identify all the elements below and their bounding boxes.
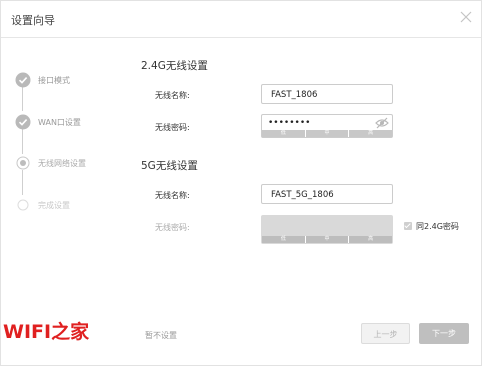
wifi5-name-label: 无线名称: [155,191,190,200]
setup-wizard-dialog: 设置向导 接口模式 WAN口设置 无线网络设置 完成设置 2.4G无线设置 无线… [0,0,482,366]
strength-high: 高 [349,236,393,243]
password-strength-bar: 低 中 高 [262,130,393,137]
wifi24-password-input[interactable]: •••••••• 低 中 高 [261,114,393,138]
wifi24-password-label: 无线密码: [155,123,190,132]
check-circle-icon [15,72,31,88]
next-button[interactable]: 下一步 [419,323,469,344]
close-icon[interactable] [458,9,474,25]
wifi24-name-input[interactable]: FAST_1806 [261,84,393,104]
watermark-logo: WIFI之家 [3,321,90,343]
wifi5-section-title: 5G无线设置 [141,160,198,172]
same-as-24g-label: 同2.4G密码 [416,222,459,231]
strength-low: 低 [262,236,306,243]
previous-button[interactable]: 上一步 [361,323,410,344]
pending-step-icon [17,199,29,211]
password-mask: •••••••• [268,118,311,128]
strength-high: 高 [349,130,393,137]
check-circle-icon [15,114,31,130]
password-strength-bar: 低 中 高 [262,236,393,243]
checkbox-checked-icon[interactable] [404,222,412,230]
wifi5-password-input-disabled: 低 中 高 [261,215,393,244]
step-interface-mode: 接口模式 [15,72,125,88]
step-label: 接口模式 [38,76,70,85]
step-complete: 完成设置 [15,197,125,213]
wifi24-name-label: 无线名称: [155,91,190,100]
dialog-header: 设置向导 [1,1,481,38]
strength-low: 低 [262,130,306,137]
step-label: 完成设置 [38,201,70,210]
wifi24-section-title: 2.4G无线设置 [141,60,208,72]
strength-medium: 中 [305,130,350,137]
current-step-icon [16,156,30,170]
step-connector [22,170,23,195]
wifi5-name-input[interactable]: FAST_5G_1806 [261,184,393,204]
skip-setup-link[interactable]: 暂不设置 [145,330,177,341]
step-wan-settings: WAN口设置 [15,114,125,130]
step-connector [22,86,23,111]
strength-medium: 中 [305,236,350,243]
step-label: WAN口设置 [38,118,81,127]
step-label: 无线网络设置 [38,159,86,168]
step-connector [22,129,23,154]
wifi5-password-label: 无线密码: [155,223,190,232]
step-wireless-settings: 无线网络设置 [15,155,125,171]
dialog-title: 设置向导 [11,14,55,27]
hide-password-icon[interactable] [375,117,389,129]
